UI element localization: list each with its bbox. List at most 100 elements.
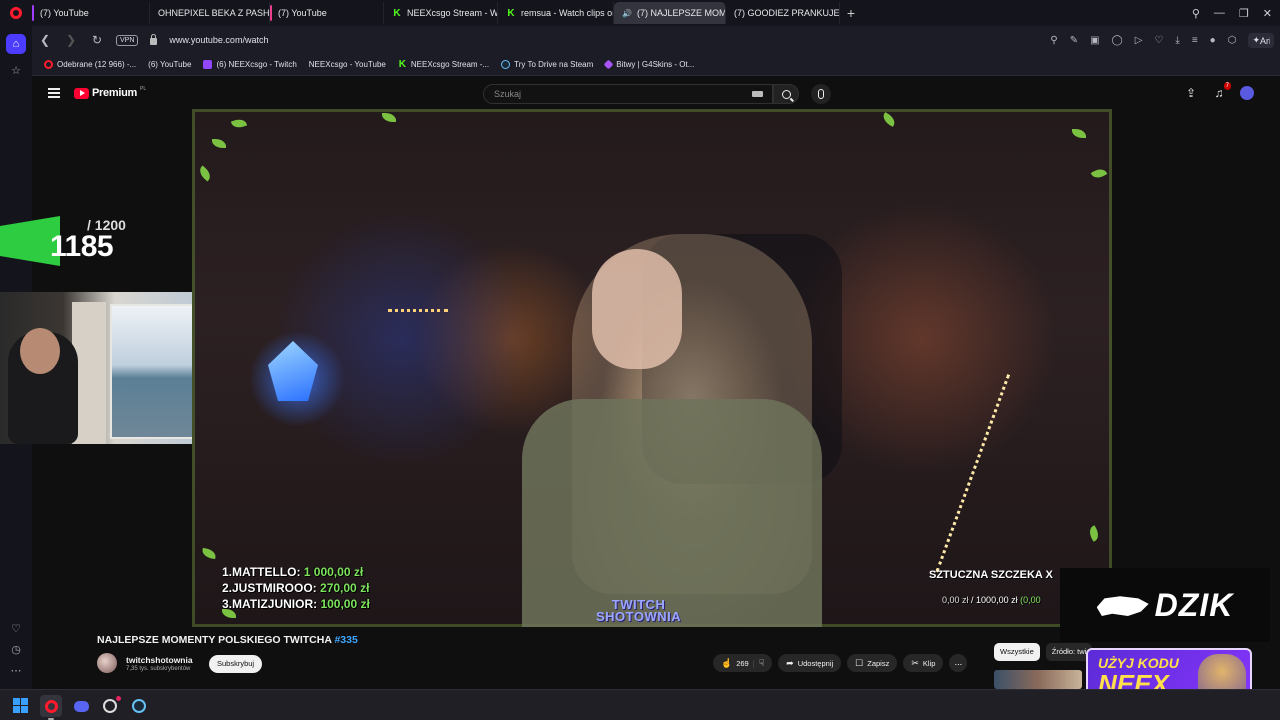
webcam-overlay xyxy=(0,292,209,444)
edit-icon[interactable]: ✎ xyxy=(1070,35,1078,46)
tab-search-icon[interactable]: ⚲ xyxy=(1192,7,1200,20)
extensions-icon[interactable]: ⬡ xyxy=(1228,35,1237,46)
shield-icon[interactable]: ◯ xyxy=(1112,35,1123,46)
forward-icon[interactable]: ❯ xyxy=(64,33,78,47)
video-player[interactable]: 1.MATTELLO: 1 000,00 zł 2.JUSTMIROOO: 27… xyxy=(192,109,1112,627)
bookmark-item[interactable]: Odebrane (12 966) -... xyxy=(44,60,136,69)
channel-name[interactable]: twitchshotownia xyxy=(126,655,193,665)
channel-avatar[interactable] xyxy=(97,653,117,673)
minimize-icon[interactable]: — xyxy=(1214,7,1225,19)
bookmark-item[interactable]: Try To Drive na Steam xyxy=(501,60,593,69)
opera-icon xyxy=(44,699,58,713)
donation-goal-title: SZTUCZNA SZCZEKA X xyxy=(929,569,1053,581)
avatar[interactable] xyxy=(1240,86,1254,100)
aria-button[interactable]: ✦Aria xyxy=(1248,32,1274,48)
history-icon[interactable]: ◷ xyxy=(0,643,32,656)
search-icon[interactable]: ⚲ xyxy=(1050,35,1057,46)
search-button[interactable] xyxy=(773,84,799,104)
thumbs-up-icon: ☝ xyxy=(721,657,733,668)
bell-icon[interactable]: ♫ 7 xyxy=(1212,82,1231,100)
browser-tab[interactable]: OHNEPIXEL BEKA Z PASH xyxy=(150,2,270,24)
share-button[interactable]: ➦ Udostępnij xyxy=(778,654,842,672)
upload-icon[interactable]: ⇪ xyxy=(1184,86,1198,100)
new-tab-button[interactable]: + xyxy=(840,2,862,24)
taskbar-steam[interactable] xyxy=(128,695,150,717)
g4skins-icon xyxy=(603,59,614,70)
star-icon[interactable]: ☆ xyxy=(0,64,32,77)
menu-icon[interactable]: ≡ xyxy=(1192,35,1198,46)
thumbs-down-icon[interactable]: ☟ xyxy=(759,658,764,669)
camera-icon[interactable]: ▣ xyxy=(1090,35,1099,46)
speaker-icon[interactable]: 🔊 xyxy=(622,9,632,18)
vpn-badge[interactable]: VPN xyxy=(116,34,139,46)
tab-strip: (7) YouTube OHNEPIXEL BEKA Z PASH (7) Yo… xyxy=(0,0,1280,26)
youtube-logo[interactable]: Premium PL xyxy=(74,86,147,99)
home-icon[interactable]: ⌂ xyxy=(6,34,26,54)
address-bar-actions: ⚲ ✎ ▣ ◯ ▷ ♡ ⤓ ≡ ● ⬡ ✦Aria xyxy=(1050,32,1274,48)
taskbar-obs[interactable] xyxy=(99,695,121,717)
close-icon[interactable]: ✕ xyxy=(1263,7,1272,20)
heart-icon[interactable]: ♡ xyxy=(1154,35,1163,46)
donation-goal-progress: 0,00 zł / 1000,00 zł (0,00 xyxy=(942,595,1041,605)
notification-badge: 7 xyxy=(1223,82,1231,90)
browser-tab[interactable]: (7) YouTube xyxy=(32,2,150,24)
clip-button[interactable]: ✂ Klip xyxy=(903,654,944,672)
video-hashtag[interactable]: #335 xyxy=(334,634,357,646)
heart-icon[interactable]: ♡ xyxy=(0,622,32,635)
subscribe-button[interactable]: Subskrybuj xyxy=(209,655,263,673)
kick-icon: K xyxy=(393,7,401,19)
bookmark-item[interactable]: (6) YouTube xyxy=(64,60,191,139)
keyboard-icon[interactable] xyxy=(752,91,763,97)
tab-label: remsua - Watch clips on K xyxy=(521,8,613,18)
reload-icon[interactable]: ↻ xyxy=(90,33,104,47)
save-button[interactable]: ☐ Zapisz xyxy=(847,654,898,672)
search-input[interactable]: Szukaj xyxy=(483,84,773,104)
youtube-logo-text: Premium xyxy=(92,87,137,99)
microphone-icon[interactable] xyxy=(811,84,831,104)
lock-icon[interactable] xyxy=(150,34,158,45)
more-actions-button[interactable]: ... xyxy=(949,654,968,672)
steam-icon xyxy=(501,60,511,69)
url-field[interactable]: www.youtube.com/watch xyxy=(169,35,1038,45)
bookmark-label: NEEXcsgo - YouTube xyxy=(308,60,386,69)
obs-icon xyxy=(103,699,117,713)
taskbar-opera[interactable] xyxy=(40,695,62,720)
discord-icon xyxy=(73,700,89,712)
tab-list: (7) YouTube OHNEPIXEL BEKA Z PASH (7) Yo… xyxy=(32,0,862,26)
browser-tab[interactable]: K remsua - Watch clips on K xyxy=(498,2,614,24)
browser-tab[interactable]: (7) GOODIEZ PRANKUJE N xyxy=(726,2,840,24)
donation-row: 3.MATIZJUNIOR: 100,00 zł xyxy=(222,597,370,611)
back-icon[interactable]: ❮ xyxy=(38,33,52,47)
youtube-header: Premium PL Szukaj ⇪ ♫ 7 xyxy=(32,76,1280,112)
taskbar xyxy=(0,689,1280,720)
download-icon[interactable]: ⤓ xyxy=(1175,35,1179,46)
windows-start-icon[interactable] xyxy=(13,698,28,713)
tab-label: OHNEPIXEL BEKA Z PASH xyxy=(158,8,270,18)
address-bar: ❮ ❯ ↻ VPN www.youtube.com/watch ⚲ ✎ ▣ ◯ … xyxy=(32,26,1280,54)
opera-menu-icon[interactable] xyxy=(0,0,32,26)
tab-label: (7) GOODIEZ PRANKUJE N xyxy=(734,8,840,18)
hamburger-menu-icon[interactable] xyxy=(48,88,60,98)
bookmark-item[interactable]: Bitwy | G4Skins - Ot... xyxy=(603,59,694,70)
tab-label: (7) YouTube xyxy=(278,8,327,18)
bookmark-label: NEEXcsgo Stream -... xyxy=(410,60,490,69)
browser-tab[interactable]: (7) YouTube xyxy=(270,2,384,24)
profile-icon[interactable]: ● xyxy=(1210,35,1216,46)
browser-tab-active[interactable]: 🔊 (7) NAJLEPSZE MOME xyxy=(614,2,726,24)
bookmark-item[interactable]: K NEEXcsgo Stream -... xyxy=(398,59,490,70)
bookmarks-bar: Odebrane (12 966) -... (6) YouTube (6) N… xyxy=(32,54,1280,139)
bookmark-item[interactable]: (6) NEEXcsgo - Twitch xyxy=(203,60,297,69)
bookmark-item[interactable]: NEEXcsgo - YouTube xyxy=(64,60,386,139)
more-icon[interactable]: ⋯ xyxy=(0,664,32,677)
chip-all[interactable]: Wszystkie xyxy=(994,643,1040,661)
browser-tab[interactable]: K NEEXcsgo Stream - Watch xyxy=(384,2,498,24)
kick-icon: K xyxy=(398,59,406,70)
like-button[interactable]: ☝ 269 | ☟ xyxy=(713,654,773,672)
recommended-video-thumbnail[interactable] xyxy=(994,670,1082,689)
play-icon[interactable]: ▷ xyxy=(1135,35,1143,46)
aria-label: Aria xyxy=(1260,35,1270,46)
donation-leaderboard: 1.MATTELLO: 1 000,00 zł 2.JUSTMIROOO: 27… xyxy=(222,564,370,612)
restore-icon[interactable]: ❐ xyxy=(1239,7,1249,20)
youtube-region-label: PL xyxy=(139,86,147,92)
taskbar-discord[interactable] xyxy=(70,695,92,717)
